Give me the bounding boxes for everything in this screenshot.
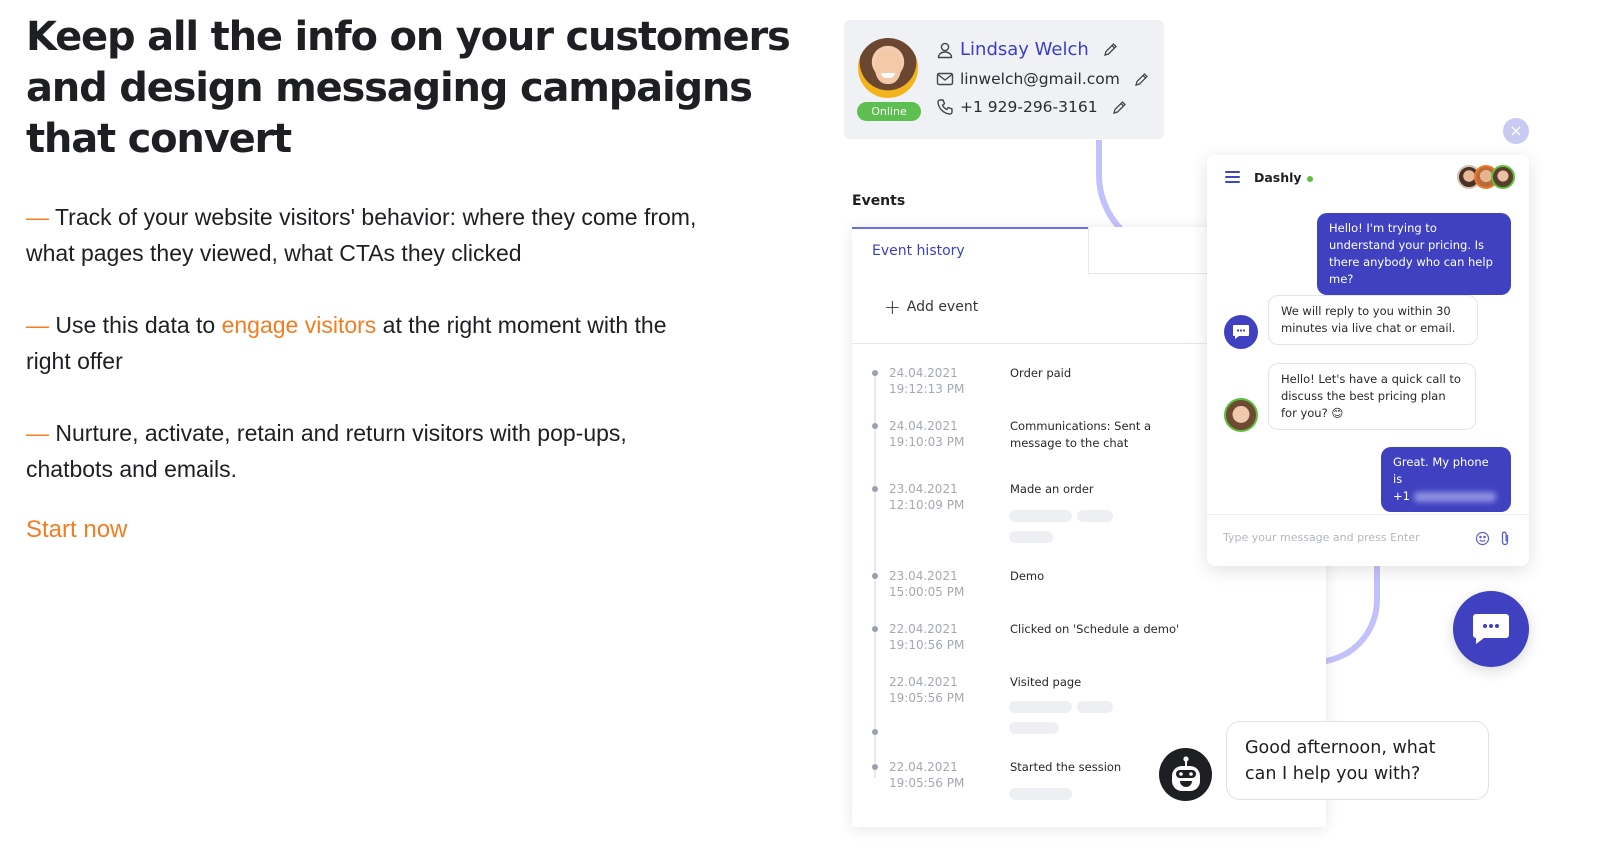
agent-avatar [1224,398,1258,432]
bullet-text: Nurture, activate, retain and return vis… [26,420,627,482]
mail-icon [936,72,954,86]
robot-icon [1171,755,1200,791]
chat-message-visitor: Hello! I'm trying to understand your pri… [1317,213,1511,295]
bullet-text: Track of your website visitors' behavior… [26,204,697,266]
timeline-dot [872,573,878,579]
feature-bullet-engage: — Use this data to engage visitors at th… [26,307,716,379]
plus-icon: + [884,295,901,319]
chat-input-row [1207,514,1529,566]
chat-message-visitor: Great. My phone is +1 [1381,447,1511,512]
chat-brand: Dashly [1254,170,1313,185]
tab-event-history[interactable]: Event history [852,227,1088,274]
placeholder-bar [1009,701,1072,713]
online-indicator-icon [1306,175,1313,182]
customer-avatar [858,38,918,98]
event-timestamp: 22.04.2021 19:05:56 PM [889,675,965,705]
add-event-button[interactable]: + Add event [884,295,979,319]
event-description: Visited page [1010,675,1082,689]
event-description: Order paid [1010,366,1072,380]
menu-icon[interactable] [1225,171,1240,186]
timeline-dot [872,764,878,770]
placeholder-bar [1077,701,1113,713]
chat-message-agent: Hello! Let's have a quick call to discus… [1268,363,1476,430]
bullet-dash: — [26,204,49,230]
page-headline: Keep all the info on your customers and … [26,14,791,162]
event-timestamp: 23.04.2021 12:10:09 PM [889,482,965,512]
phone-icon [937,99,953,115]
events-heading: Events [852,193,906,209]
chat-message-bot: We will reply to you within 30 minutes v… [1268,295,1478,345]
event-timestamp: 22.04.2021 19:05:56 PM [889,760,965,790]
event-description: Started the session [1010,760,1122,774]
placeholder-bar [1009,722,1059,734]
event-description: Communications: Sent a message to the ch… [1010,419,1152,450]
start-now-link[interactable]: Start now [26,516,127,544]
blurred-phone-number [1413,491,1496,502]
chat-bubble-icon [1233,325,1249,339]
chat-launcher-button[interactable] [1453,591,1529,667]
contact-email[interactable]: linwelch@gmail.com [960,70,1120,88]
bullet-text: Use this data to [49,312,222,338]
chatbot-avatar [1159,748,1212,801]
bullet-dash: — [26,312,49,338]
feature-bullet-tracking: — Track of your website visitors' behavi… [26,199,716,271]
agent-avatar [1491,165,1515,189]
pencil-icon[interactable] [1134,72,1149,87]
placeholder-bar [1077,510,1113,522]
pencil-icon[interactable] [1103,42,1118,57]
contact-phone[interactable]: +1 929-296-3161 [960,98,1098,116]
event-timestamp: 22.04.2021 19:10:56 PM [889,622,965,652]
timeline-dot [872,729,878,735]
placeholder-bar [1009,788,1072,800]
chatbot-greeting-bubble: Good afternoon, what can I help you with… [1226,721,1489,800]
bullet-dash: — [26,420,49,446]
contact-name[interactable]: Lindsay Welch [960,39,1089,60]
chat-header: Dashly [1207,155,1529,203]
attachment-icon[interactable] [1500,530,1510,547]
event-description: Made an order [1010,482,1094,496]
emoji-icon[interactable] [1475,531,1490,546]
pencil-icon[interactable] [1112,100,1127,115]
event-description: Demo [1010,569,1045,583]
placeholder-bar [1009,510,1072,522]
event-timestamp: 24.04.2021 19:12:13 PM [889,366,965,396]
contact-phone-row: +1 929-296-3161 [936,98,1127,116]
user-icon [937,42,953,58]
chat-message-input[interactable] [1223,531,1463,544]
chat-brand-name: Dashly [1254,170,1302,185]
online-status-badge: Online [857,102,921,121]
engage-visitors-link[interactable]: engage visitors [222,312,377,338]
timeline-dot [872,486,878,492]
agent-avatars [1457,165,1515,189]
timeline-dot [872,626,878,632]
add-event-label: Add event [906,299,979,315]
bot-avatar [1224,315,1258,349]
timeline-dot [872,370,878,376]
timeline-dot [872,423,878,429]
event-timestamp: 23.04.2021 15:00:05 PM [889,569,965,599]
chat-widget: Dashly Hello! I'm trying to understand y… [1207,155,1529,566]
chat-bubble-icon [1473,614,1509,644]
close-chat-button[interactable]: × [1503,118,1529,144]
placeholder-bar [1009,531,1053,543]
feature-bullet-nurture: — Nurture, activate, retain and return v… [26,415,716,487]
contact-name-row: Lindsay Welch [936,39,1118,60]
event-description: Clicked on 'Schedule a demo' [1010,622,1180,636]
event-timestamp: 24.04.2021 19:10:03 PM [889,419,965,449]
avatar-face [875,50,901,84]
contact-email-row: linwelch@gmail.com [936,70,1149,88]
contact-card: Online Lindsay Welch linwelch@gmail.com … [844,20,1164,139]
